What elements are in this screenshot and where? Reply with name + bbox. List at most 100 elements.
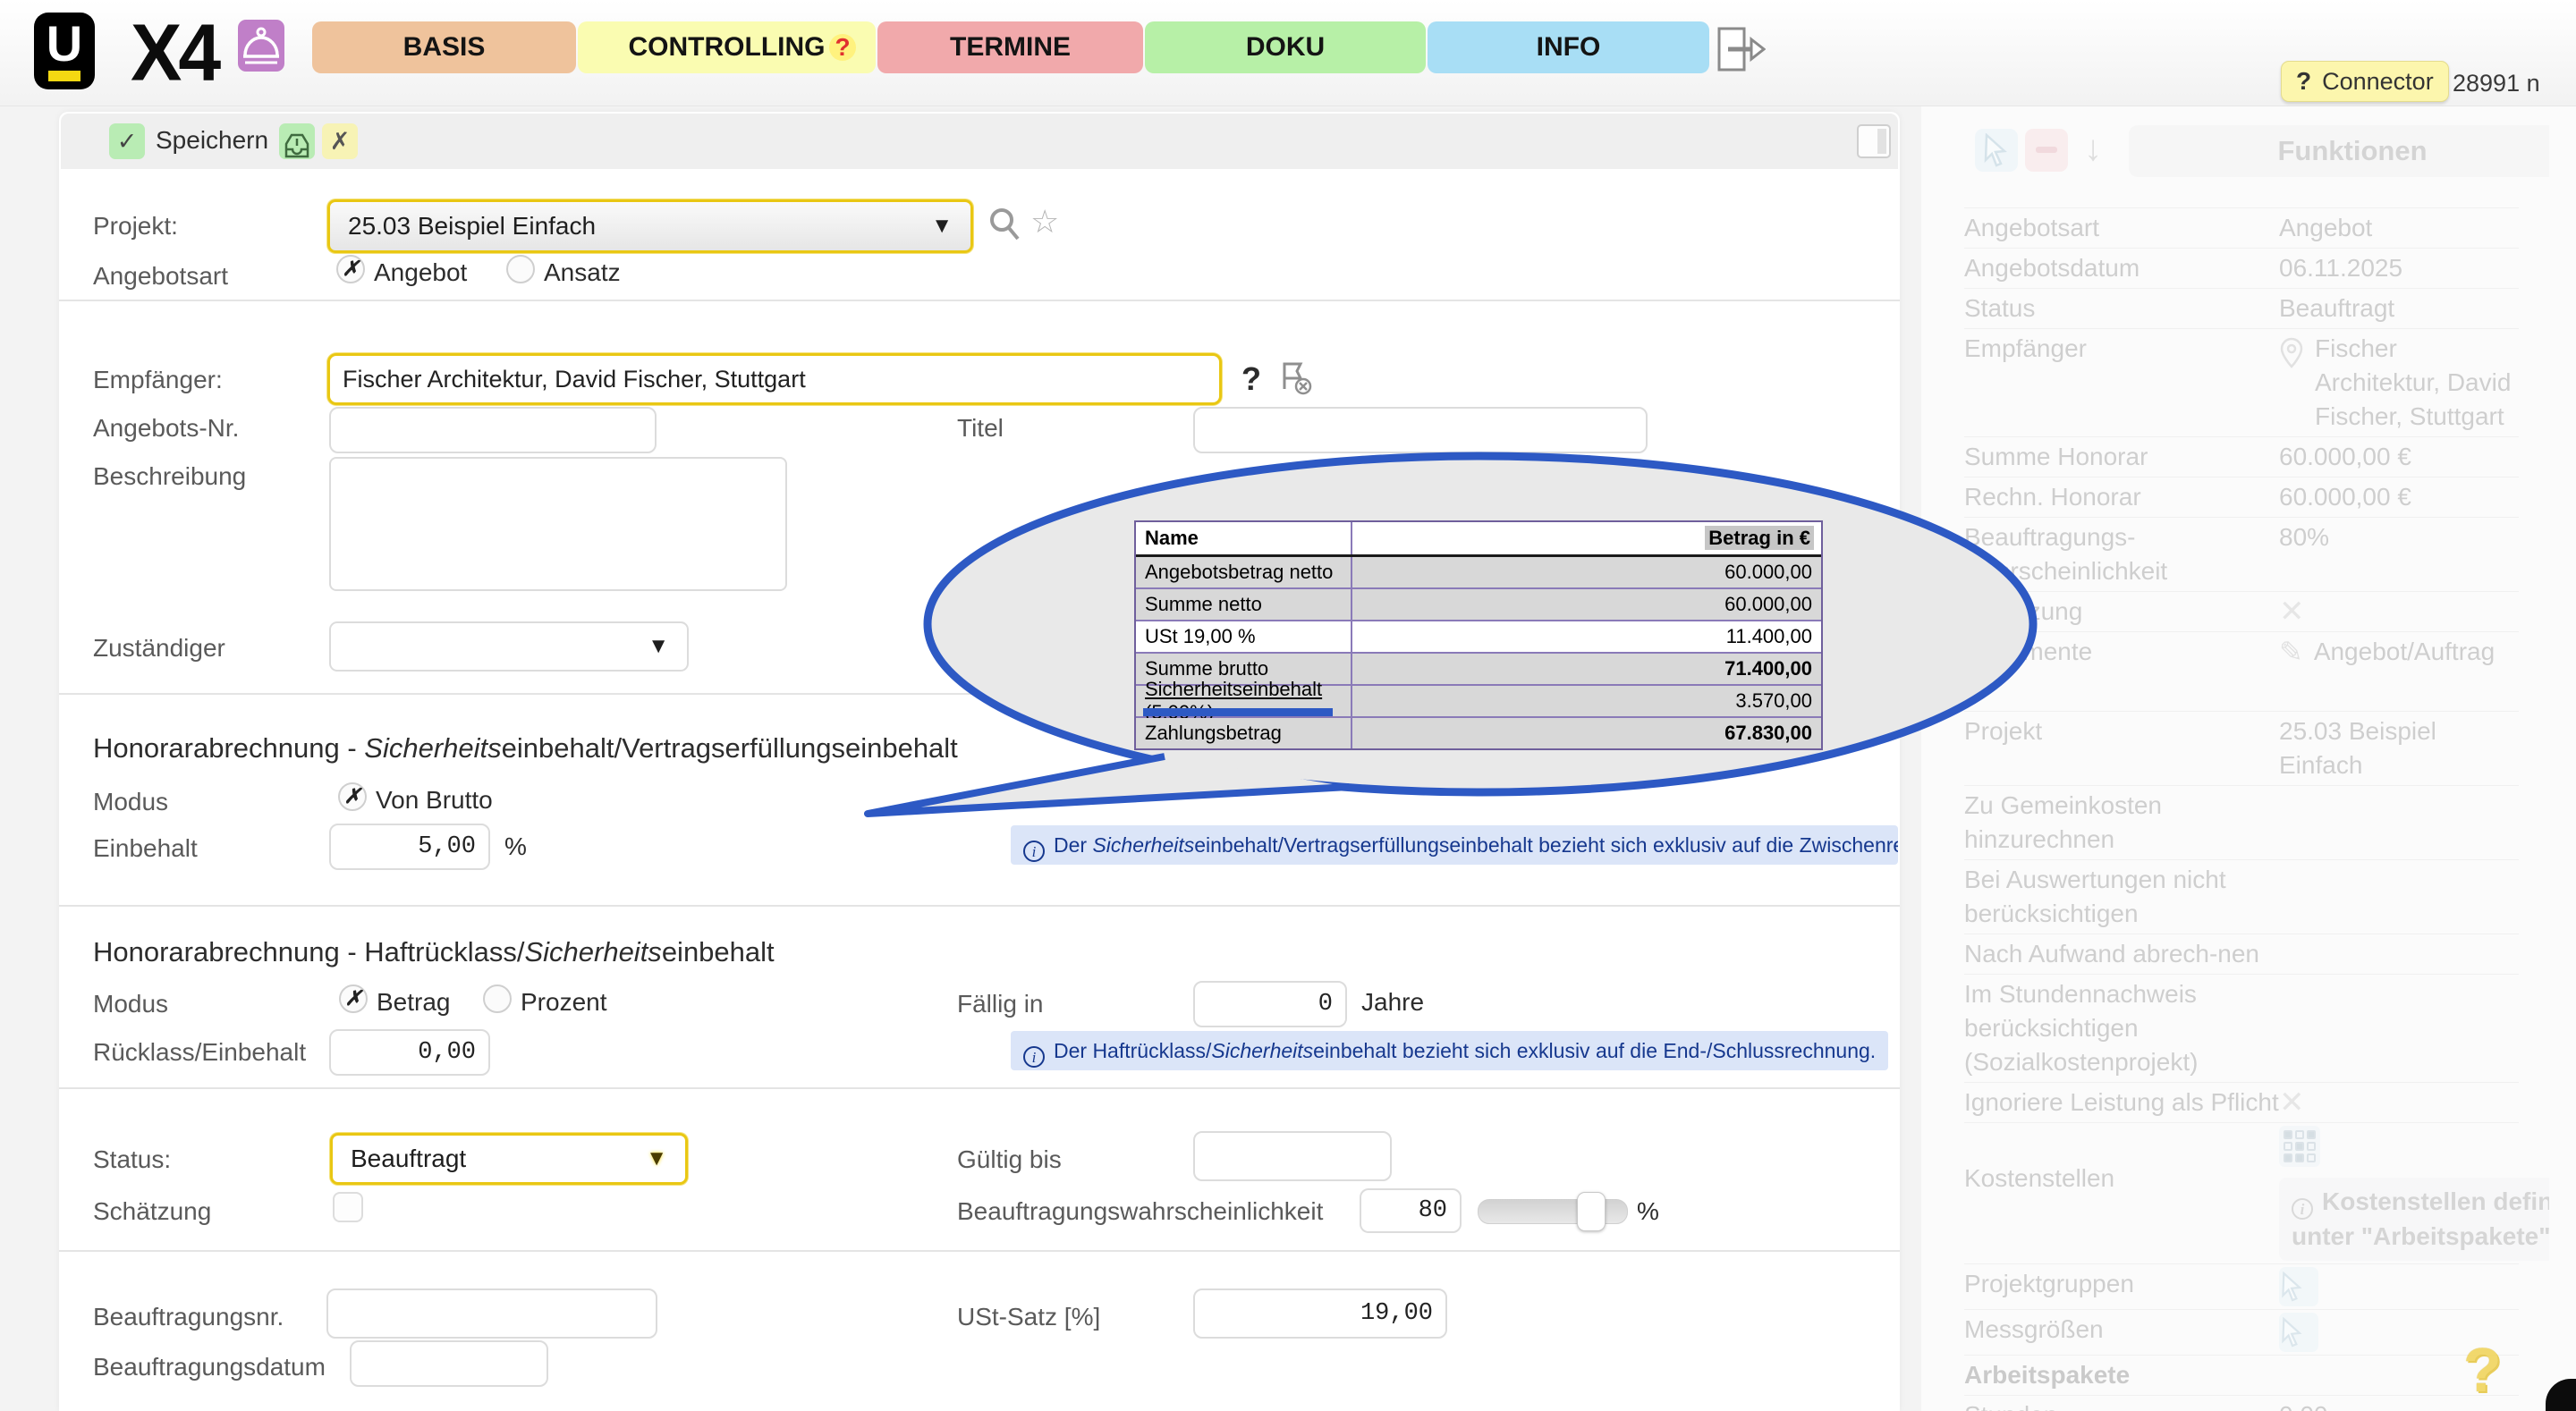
- save-button[interactable]: Speichern: [156, 126, 268, 155]
- logo-x4: X4: [131, 7, 217, 100]
- section-divider: [59, 905, 1900, 907]
- status-value: Beauftragt: [351, 1145, 466, 1173]
- info-icon: i: [2292, 1198, 2313, 1220]
- wahrscheinlichkeit-input[interactable]: [1360, 1188, 1462, 1233]
- logo-u-glyph: U: [34, 14, 95, 72]
- list-item: Empfänger Fischer Architektur, David Fis…: [1964, 328, 2519, 436]
- radio-angebot[interactable]: ✗: [336, 255, 365, 283]
- tab-doku[interactable]: DOKU: [1145, 21, 1426, 73]
- slider-handle[interactable]: [1577, 1192, 1606, 1231]
- info-icon: i: [1023, 1046, 1045, 1068]
- tab-doku-label: DOKU: [1246, 32, 1325, 63]
- note-suffix: einbehalt/Vertragserfüllungseinbehalt be…: [1194, 833, 1898, 857]
- radio-von-brutto[interactable]: ✗: [338, 782, 367, 811]
- section-haftruecklass-heading: Honorarabrechnung - Haftrücklass/Sicherh…: [93, 936, 775, 968]
- help-question-icon[interactable]: ?: [2463, 1334, 2502, 1406]
- col-name-header: Name: [1136, 522, 1352, 554]
- row-label: Kostenstellen: [1964, 1126, 2279, 1261]
- list-item: Nach Aufwand abrech-nen: [1964, 934, 2519, 974]
- logout-button[interactable]: [1716, 25, 1766, 73]
- row-value: 06.11.2025: [2279, 251, 2402, 285]
- row-value: Angebot: [2279, 211, 2372, 245]
- schaetzung-checkbox[interactable]: [333, 1192, 363, 1222]
- app-logo: U: [34, 13, 95, 89]
- note-text: Kostenstellen definieren Sie unter "Arbe…: [2292, 1187, 2549, 1250]
- home-cloche-button[interactable]: [238, 20, 284, 72]
- tab-basis-label: BASIS: [403, 32, 486, 63]
- tab-basis[interactable]: BASIS: [312, 21, 576, 73]
- select-cursor-icon[interactable]: [2279, 1313, 2318, 1352]
- remove-button[interactable]: [2025, 129, 2068, 172]
- table-row: Angebotsbetrag netto 60.000,00: [1136, 557, 1821, 589]
- pencil-icon[interactable]: ✎: [2279, 635, 2303, 669]
- close-button[interactable]: ✗: [322, 123, 358, 159]
- wahrscheinlichkeit-unit: %: [1637, 1197, 1659, 1226]
- angebotsnr-label: Angebots-Nr.: [93, 414, 239, 443]
- beauftragungsdatum-label: Beauftragungsdatum: [93, 1353, 326, 1381]
- projekt-select[interactable]: 25.03 Beispiel Einfach ▼: [327, 199, 973, 253]
- beschreibung-textarea[interactable]: [329, 457, 787, 591]
- tab-termine[interactable]: TERMINE: [877, 21, 1143, 73]
- form-toolbar: ✓ Speichern ✗: [61, 114, 1898, 169]
- radio-prozent-label: Prozent: [521, 988, 607, 1017]
- radio-prozent[interactable]: [483, 984, 512, 1013]
- radio-betrag[interactable]: ✗: [339, 984, 368, 1013]
- save-archive-button[interactable]: [279, 123, 315, 159]
- confirm-check-icon[interactable]: ✓: [109, 123, 145, 159]
- ruecklass-input[interactable]: [329, 1029, 490, 1076]
- cursor-glyph: [2279, 1317, 2306, 1348]
- search-icon[interactable]: [986, 205, 1023, 246]
- beauftragungsdatum-input[interactable]: [350, 1340, 548, 1387]
- gueltig-bis-input[interactable]: [1193, 1131, 1392, 1181]
- betrag-table: Name Betrag in € Angebotsbetrag netto 60…: [1134, 520, 1823, 750]
- connector-badge[interactable]: ? Connector: [2281, 61, 2449, 102]
- sidebar-title: Funktionen: [2129, 125, 2549, 177]
- row-label: Projektgruppen: [1964, 1267, 2279, 1306]
- tab-info[interactable]: INFO: [1428, 21, 1709, 73]
- tab-help-icon[interactable]: ?: [829, 34, 856, 61]
- flag-x-glyph: [1277, 359, 1315, 398]
- note-italic: Sicherheits: [1211, 1039, 1313, 1062]
- table-row: USt 19,00 % 11.400,00: [1136, 621, 1821, 654]
- row-label: Stunden: [1964, 1398, 2279, 1411]
- ust-satz-input[interactable]: [1193, 1288, 1447, 1339]
- arrow-down-icon[interactable]: ↓: [2084, 129, 2102, 169]
- wahrscheinlichkeit-slider[interactable]: [1478, 1199, 1628, 1224]
- contact-remove-icon[interactable]: [1277, 359, 1315, 398]
- zustaendiger-select[interactable]: ▼: [329, 621, 689, 672]
- heading-prefix: Honorarabrechnung -: [93, 732, 364, 764]
- x-mark-icon: ✕: [2279, 595, 2305, 629]
- table-header-row: Name Betrag in €: [1136, 522, 1821, 557]
- tab-controlling[interactable]: CONTROLLING ?: [578, 21, 876, 73]
- row-value: 71.400,00: [1352, 657, 1821, 680]
- empfaenger-help-icon[interactable]: ?: [1241, 360, 1261, 398]
- grid-icon[interactable]: [2279, 1126, 2320, 1167]
- einbehalt-input[interactable]: [329, 824, 490, 870]
- heading-suffix: einbehalt: [662, 936, 775, 967]
- radio-ansatz[interactable]: [506, 255, 535, 283]
- wahrscheinlichkeit-label: Beauftragungswahrscheinlichkeit: [957, 1197, 1323, 1226]
- favorite-star-icon[interactable]: ☆: [1030, 203, 1059, 241]
- status-select[interactable]: Beauftragt ▼: [330, 1133, 688, 1185]
- cloche-icon: [238, 20, 284, 72]
- row-value: 0,00: [2279, 1398, 2328, 1411]
- zustaendiger-label: Zuständiger: [93, 634, 225, 663]
- heading-italic: Sicherheits: [524, 936, 661, 967]
- select-cursor-icon[interactable]: [2279, 1267, 2318, 1306]
- beauftragungsnr-input[interactable]: [326, 1288, 657, 1339]
- window-layout-button[interactable]: [1857, 124, 1891, 158]
- minus-icon: [2036, 147, 2057, 153]
- list-item-kostenstellen: Kostenstellen iKostenstellen definieren …: [1964, 1122, 2519, 1263]
- empfaenger-input[interactable]: [327, 353, 1222, 405]
- top-bar: U X4 BASIS CONTROLLING ? TERMINE DOKU IN…: [0, 0, 2576, 106]
- modus-label: Modus: [93, 788, 168, 816]
- select-cursor-button[interactable]: [1975, 129, 2018, 172]
- faellig-input[interactable]: [1193, 981, 1347, 1027]
- list-item: Status Beauftragt: [1964, 288, 2519, 328]
- highlight-underline: [1143, 708, 1333, 716]
- angebotsnr-input[interactable]: [329, 407, 657, 453]
- ruecklass-label: Rücklass/Einbehalt: [93, 1038, 306, 1067]
- faellig-unit: Jahre: [1361, 988, 1424, 1017]
- row-label: Angebotsart: [1964, 211, 2279, 245]
- row-value: 80%: [2279, 520, 2329, 554]
